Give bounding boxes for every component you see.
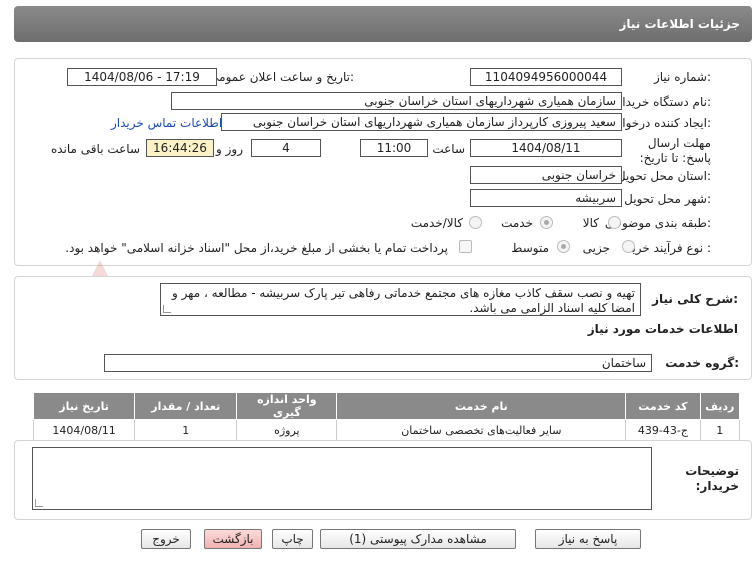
deadline-label: مهلت ارسال پاسخ: تا تاریخ:	[639, 136, 711, 165]
remaining-label: ساعت باقی مانده	[50, 142, 140, 156]
contact-info-link[interactable]: اطلاعات تماس خریدار	[111, 116, 222, 130]
requester-field: سعید پیروزی کارپرداز سازمان همیاری شهردا…	[221, 113, 622, 131]
cell-date: 1404/08/11	[32, 419, 136, 442]
cell-name: سایر فعالیت‌های تخصصی ساختمان	[336, 419, 627, 442]
payment-note: پرداخت تمام یا بخشی از مبلغ خرید،از محل …	[65, 241, 448, 255]
delivery-city-field: سربیشه	[470, 189, 622, 207]
service-group-field: ساختمان	[104, 354, 652, 372]
days-label: روز و	[216, 142, 243, 156]
category-goods-radio[interactable]	[608, 216, 621, 229]
buyer-org-label: نام دستگاه خریدار:	[616, 95, 712, 109]
attachments-button[interactable]: مشاهده مدارک پیوستی (1)	[320, 529, 516, 549]
need-number-field: 1104094956000044	[470, 68, 622, 86]
resize-handle[interactable]	[163, 305, 171, 313]
table-row: 1 ج-43-439 سایر فعالیت‌های تخصصی ساختمان…	[32, 419, 741, 442]
category-goods-service-label: کالا/خدمت	[410, 216, 463, 230]
cell-qty: 1	[134, 419, 238, 442]
col-code-header: کد خدمت	[625, 392, 701, 420]
announce-field: 1404/08/06 - 17:19	[67, 68, 217, 86]
description-label: شرح کلی نیاز:	[652, 292, 738, 306]
description-text: تهیه و نصب سقف کاذب مغازه های مجتمع خدما…	[171, 286, 635, 315]
resize-handle[interactable]	[35, 499, 43, 507]
col-date-header: تاریخ نیاز	[32, 392, 136, 420]
process-medium-label: متوسط	[511, 241, 549, 255]
delivery-province-field: خراسان جنوبی	[470, 166, 622, 184]
category-goods-service-radio[interactable]	[469, 216, 482, 229]
category-service-radio[interactable]	[540, 216, 553, 229]
process-label: نوع فرآیند خرید :	[626, 241, 711, 255]
buyer-notes-label: توضیحات خریدار:	[685, 464, 739, 493]
back-button[interactable]: بازگشت	[204, 529, 262, 549]
buyer-org-field: سازمان همیاری شهرداریهای استان خراسان جن…	[171, 92, 622, 110]
process-medium-radio[interactable]	[557, 240, 570, 253]
services-section-title: اطلاعات خدمات مورد نیاز	[587, 322, 738, 336]
services-table: ردیف کد خدمت نام خدمت واحد اندازه گیری ت…	[32, 392, 741, 442]
remaining-time-field: 16:44:26	[146, 139, 214, 157]
exit-button[interactable]: خروج	[141, 529, 191, 549]
treasury-checkbox[interactable]	[459, 240, 472, 253]
table-header-row: ردیف کد خدمت نام خدمت واحد اندازه گیری ت…	[32, 392, 741, 420]
service-group-label: گروه خدمت:	[665, 356, 739, 370]
col-row-header: ردیف	[699, 392, 741, 420]
cell-code: ج-43-439	[625, 419, 701, 442]
col-unit-header: واحد اندازه گیری	[236, 392, 338, 420]
process-minor-label: جزیی	[582, 241, 610, 255]
category-service-label: خدمت	[501, 216, 533, 230]
delivery-province-label: استان محل تحویل:	[616, 169, 711, 183]
time-label: ساعت	[432, 142, 465, 156]
category-goods-label: کالا	[582, 216, 599, 230]
col-qty-header: تعداد / مقدار	[134, 392, 238, 420]
buyer-notes-field[interactable]	[32, 447, 652, 510]
page-header: جزئیات اطلاعات نیاز	[14, 6, 752, 42]
page-title: جزئیات اطلاعات نیاز	[619, 17, 740, 31]
col-name-header: نام خدمت	[336, 392, 627, 420]
deadline-date-field: 1404/08/11	[470, 139, 622, 157]
reply-button[interactable]: پاسخ به نیاز	[535, 529, 641, 549]
need-number-label: شماره نیاز:	[653, 70, 711, 84]
days-field: 4	[251, 139, 321, 157]
process-minor-radio[interactable]	[622, 240, 635, 253]
cell-row: 1	[699, 419, 741, 442]
deadline-time-field: 11:00	[360, 139, 428, 157]
print-button[interactable]: چاپ	[272, 529, 313, 549]
cell-unit: پروژه	[236, 419, 338, 442]
announce-label: تاریخ و ساعت اعلان عمومی:	[209, 70, 354, 84]
description-field[interactable]: تهیه و نصب سقف کاذب مغازه های مجتمع خدما…	[160, 283, 641, 316]
delivery-city-label: شهر محل تحویل:	[624, 192, 711, 206]
